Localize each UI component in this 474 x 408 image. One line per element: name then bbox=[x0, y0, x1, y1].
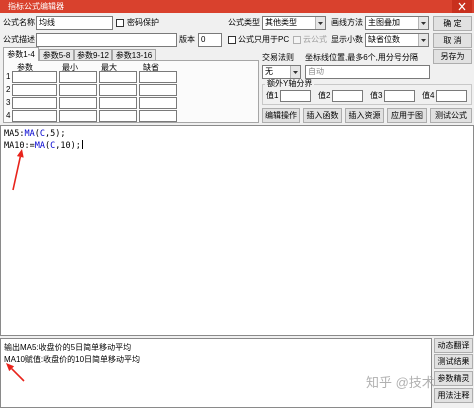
code-editor[interactable]: MA5:MA(C,5); MA10:=MA(C,10); bbox=[0, 125, 474, 336]
password-checkbox[interactable] bbox=[116, 19, 124, 27]
params-row-index: 1 bbox=[6, 72, 11, 81]
cloud-formula-label: 云公式 bbox=[303, 35, 327, 44]
save-as-button[interactable]: 另存为 bbox=[433, 49, 472, 64]
version-input[interactable]: 0 bbox=[198, 33, 222, 47]
param-default-input[interactable] bbox=[139, 110, 177, 122]
param-min-input[interactable] bbox=[59, 84, 97, 96]
output-line-2: MA10赋值:收盘价的10日简单移动平均 bbox=[4, 355, 141, 364]
coord-lines-input[interactable]: 自动 bbox=[305, 65, 430, 79]
insert-resource-button[interactable]: 插入资源 bbox=[345, 108, 384, 123]
code-line-2: MA10:=MA(C,10); bbox=[4, 140, 83, 152]
cancel-button[interactable]: 取 消 bbox=[433, 33, 472, 48]
formula-name-label: 公式名称 bbox=[3, 18, 35, 27]
param-name-input[interactable] bbox=[12, 110, 57, 122]
param-min-input[interactable] bbox=[59, 110, 97, 122]
ok-button[interactable]: 确 定 bbox=[433, 16, 472, 31]
insert-function-button[interactable]: 插入函数 bbox=[303, 108, 342, 123]
param-default-input[interactable] bbox=[139, 97, 177, 109]
extra-y-axis-title: 额外Y轴分界 bbox=[265, 79, 315, 89]
usage-notes-button[interactable]: 用法注释 bbox=[434, 388, 473, 403]
password-label: 密码保护 bbox=[127, 18, 159, 27]
chevron-down-icon bbox=[290, 66, 300, 78]
text-caret bbox=[81, 140, 83, 149]
coord-lines-label: 坐标线位置,最多6个,用分号分隔 bbox=[305, 53, 418, 62]
formula-type-value: 其他类型 bbox=[265, 18, 297, 27]
extra-y-label-1: 值1 bbox=[266, 91, 279, 100]
code-token: MA5: bbox=[4, 129, 25, 139]
translation-output-panel: 输出MA5:收盘价的5日简单移动平均 MA10赋值:收盘价的10日简单移动平均 bbox=[0, 338, 432, 408]
code-line-1: MA5:MA(C,5); bbox=[4, 128, 65, 140]
chevron-down-icon bbox=[418, 34, 428, 46]
params-row-index: 4 bbox=[6, 111, 11, 120]
tab-params-1-4[interactable]: 参数1-4 bbox=[3, 47, 39, 61]
decimals-value: 缺省位数 bbox=[368, 35, 400, 44]
output-line-1: 输出MA5:收盘价的5日简单移动平均 bbox=[4, 343, 132, 352]
code-token: ,10); bbox=[55, 141, 81, 151]
params-panel: 参数 最小 最大 缺省 1 2 3 4 bbox=[3, 60, 259, 123]
formula-type-label: 公式类型 bbox=[228, 18, 260, 27]
formula-type-select[interactable]: 其他类型 bbox=[262, 16, 326, 30]
code-token: MA10:= bbox=[4, 141, 35, 151]
extra-y-label-2: 值2 bbox=[318, 91, 331, 100]
code-token-function: MA bbox=[24, 129, 35, 139]
formula-editor-dialog: 指标公式编辑器 公式名称 均线 密码保护 公式类型 其他类型 画线方法 主图叠加… bbox=[0, 0, 474, 408]
param-default-input[interactable] bbox=[139, 71, 177, 83]
title-bar bbox=[0, 0, 474, 13]
draw-method-select[interactable]: 主图叠加 bbox=[365, 16, 429, 30]
apply-to-chart-button[interactable]: 应用于图 bbox=[387, 108, 427, 123]
param-max-input[interactable] bbox=[99, 84, 137, 96]
close-icon bbox=[458, 2, 466, 11]
extra-y-input-4[interactable] bbox=[436, 90, 467, 102]
param-wizard-button[interactable]: 参数精灵 bbox=[434, 371, 473, 386]
extra-y-input-1[interactable] bbox=[280, 90, 311, 102]
close-button[interactable] bbox=[452, 0, 472, 13]
decimals-select[interactable]: 缺省位数 bbox=[365, 33, 429, 47]
param-max-input[interactable] bbox=[99, 97, 137, 109]
param-name-input[interactable] bbox=[12, 71, 57, 83]
test-result-button[interactable]: 测试结果 bbox=[434, 354, 473, 369]
code-token-function: MA bbox=[34, 141, 45, 151]
formula-name-input[interactable]: 均线 bbox=[36, 16, 113, 30]
trade-rule-select[interactable]: 无 bbox=[262, 65, 301, 79]
extra-y-label-4: 值4 bbox=[422, 91, 435, 100]
param-default-input[interactable] bbox=[139, 84, 177, 96]
test-formula-button[interactable]: 测试公式 bbox=[430, 108, 472, 123]
draw-method-label: 画线方法 bbox=[331, 18, 363, 27]
param-min-input[interactable] bbox=[59, 97, 97, 109]
code-token: ,5); bbox=[44, 129, 66, 139]
chevron-down-icon bbox=[418, 17, 428, 29]
pc-only-label: 公式只用于PC bbox=[238, 35, 290, 44]
decimals-label: 显示小数 bbox=[331, 35, 363, 44]
version-label: 版本 bbox=[179, 35, 195, 44]
param-name-input[interactable] bbox=[12, 84, 57, 96]
dynamic-translate-button[interactable]: 动态翻译 bbox=[434, 338, 473, 353]
extra-y-input-3[interactable] bbox=[384, 90, 415, 102]
chevron-down-icon bbox=[315, 17, 325, 29]
pc-only-checkbox[interactable] bbox=[228, 36, 236, 44]
window-title: 指标公式编辑器 bbox=[8, 2, 64, 11]
param-max-input[interactable] bbox=[99, 71, 137, 83]
param-min-input[interactable] bbox=[59, 71, 97, 83]
cloud-formula-checkbox[interactable] bbox=[293, 36, 301, 44]
trade-rule-label: 交易法则 bbox=[262, 53, 294, 62]
param-name-input[interactable] bbox=[12, 97, 57, 109]
extra-y-label-3: 值3 bbox=[370, 91, 383, 100]
param-max-input[interactable] bbox=[99, 110, 137, 122]
trade-rule-value: 无 bbox=[265, 67, 273, 76]
formula-desc-input[interactable] bbox=[36, 33, 177, 47]
params-row-index: 3 bbox=[6, 98, 11, 107]
params-row-index: 2 bbox=[6, 85, 11, 94]
draw-method-value: 主图叠加 bbox=[368, 18, 400, 27]
edit-operations-button[interactable]: 编辑操作 bbox=[262, 108, 300, 123]
formula-desc-label: 公式描述 bbox=[3, 35, 35, 44]
extra-y-input-2[interactable] bbox=[332, 90, 363, 102]
